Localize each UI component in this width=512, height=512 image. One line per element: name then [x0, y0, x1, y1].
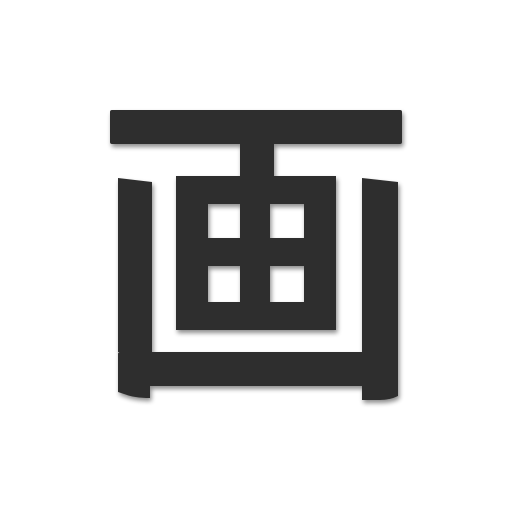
app-icon-canvas: 画 — [0, 0, 512, 512]
bottom-bar-stroke — [118, 352, 398, 386]
inner-connector-stroke — [240, 140, 274, 180]
kanji-ga-icon — [110, 110, 402, 400]
top-bar-stroke — [110, 110, 402, 144]
inner-field-stroke — [176, 176, 336, 330]
right-frame-stroke — [362, 178, 398, 400]
